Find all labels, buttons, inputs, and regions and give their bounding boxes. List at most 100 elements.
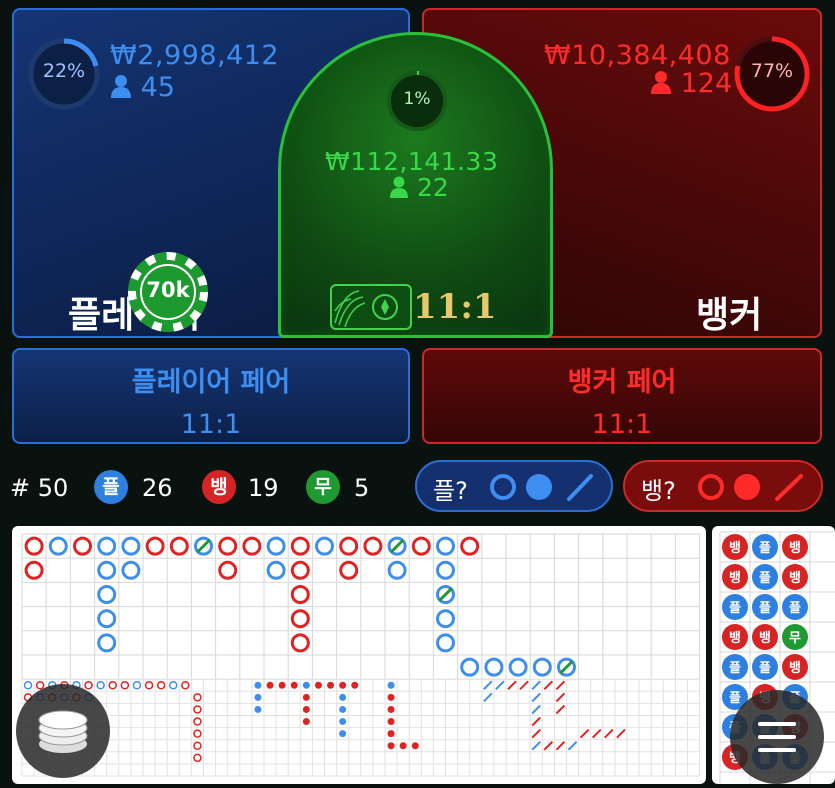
road-mark — [302, 705, 310, 713]
menu-button[interactable] — [730, 690, 824, 784]
road-mark — [156, 681, 166, 690]
road-mark — [531, 716, 542, 727]
road-mark — [483, 680, 493, 691]
bead-label: 뱅 — [729, 571, 741, 586]
road-mark — [543, 740, 554, 751]
player-badge: 플 — [94, 470, 128, 504]
road-mark — [531, 680, 542, 691]
bead-label: 뱅 — [729, 631, 741, 646]
road-mark — [436, 560, 455, 580]
road-mark — [315, 536, 334, 556]
road-mark — [108, 681, 117, 690]
road-mark — [97, 536, 117, 556]
road-mark — [387, 742, 395, 750]
bead-label: 플 — [759, 601, 771, 616]
tie-mark — [389, 538, 405, 554]
road-mark — [290, 536, 310, 556]
road-mark — [339, 681, 347, 689]
road-mark — [555, 680, 566, 691]
road-mark — [531, 704, 542, 715]
bead-label: 플 — [729, 661, 741, 676]
road-mark — [339, 718, 347, 726]
big-road-ring-icon — [698, 474, 724, 500]
bead-label: 플 — [729, 601, 741, 616]
person-icon — [390, 176, 408, 198]
chip-value: 70k — [146, 278, 190, 302]
player-pair-bet[interactable]: 플레이어 페어 11:1 — [12, 348, 410, 444]
road-mark — [339, 730, 347, 738]
bead-label: 뱅 — [789, 571, 801, 586]
road-mark — [387, 693, 395, 701]
road-mark — [254, 705, 262, 713]
banker-pair-payout: 11:1 — [591, 409, 653, 440]
tie-mark — [559, 659, 574, 675]
road-mark — [193, 693, 202, 702]
road-mark — [327, 681, 335, 689]
road-mark — [242, 536, 262, 556]
road-mark — [169, 681, 178, 690]
cockroach-slash-icon — [775, 474, 803, 501]
road-mark — [531, 740, 542, 751]
tie-bettors: 22 — [389, 173, 449, 202]
road-mark — [387, 705, 395, 713]
banker-pair-bet[interactable]: 뱅커 페어 11:1 — [422, 348, 822, 444]
road-mark — [144, 681, 154, 690]
road-mark — [508, 657, 528, 677]
road-mark — [302, 681, 310, 689]
road-mark — [484, 657, 504, 677]
chip-stack-icon — [38, 710, 88, 753]
road-mark — [193, 705, 202, 714]
road-mark — [339, 536, 359, 556]
tie-mark — [196, 538, 211, 554]
tie-count: 5 — [354, 474, 370, 502]
bead-label: 뱅 — [789, 541, 801, 556]
banker-badge: 뱅 — [202, 470, 236, 504]
banker-bettors: 124 — [650, 68, 732, 99]
player-pair-label: 플레이어 페어 — [131, 367, 291, 398]
road-mark — [387, 718, 395, 726]
side-bet-card-icon — [330, 284, 412, 330]
road-mark — [24, 536, 44, 556]
road-mark — [121, 560, 141, 580]
banker-pair-label: 뱅커 페어 — [567, 367, 677, 398]
player-predict-button[interactable]: 플? — [415, 460, 613, 512]
road-mark — [387, 560, 407, 580]
road-mark — [531, 728, 542, 739]
road-mark — [555, 692, 566, 703]
big-road-ring-icon — [490, 474, 516, 500]
bead-label: 플 — [789, 601, 801, 616]
road-mark — [121, 536, 141, 556]
road-mark — [120, 681, 130, 690]
tie-bet-area[interactable]: 1% ₩112,141.33 22 11:1 — [278, 32, 553, 338]
person-icon — [651, 71, 671, 94]
scoreboard-roads[interactable] — [12, 526, 706, 784]
road-mark — [193, 717, 202, 726]
road-mark — [193, 729, 202, 738]
road-mark — [73, 536, 92, 556]
road-mark — [48, 536, 68, 556]
player-bettors: 45 — [110, 72, 175, 103]
road-mark — [567, 740, 578, 751]
banker-predict-button[interactable]: 뱅? — [623, 460, 823, 512]
chip-stack-button[interactable] — [16, 684, 110, 778]
road-mark — [339, 693, 347, 701]
road-mark — [193, 753, 202, 763]
road-mark — [532, 657, 552, 677]
road-mark — [193, 741, 202, 750]
bead-label: 뱅 — [759, 631, 771, 646]
road-mark — [591, 728, 602, 739]
road-mark — [531, 692, 542, 703]
small-road-dot-icon — [734, 474, 760, 500]
road-mark — [302, 718, 310, 726]
bead-label: 무 — [789, 631, 801, 646]
road-mark — [399, 742, 407, 750]
road-mark — [555, 704, 566, 715]
road-mark — [411, 742, 419, 750]
menu-icon — [758, 722, 796, 752]
road-mark — [132, 681, 142, 690]
road-mark — [519, 680, 529, 691]
road-mark — [218, 536, 238, 556]
player-percent: 22% — [42, 60, 86, 82]
road-mark — [387, 730, 395, 738]
tie-badge: 무 — [306, 470, 340, 504]
